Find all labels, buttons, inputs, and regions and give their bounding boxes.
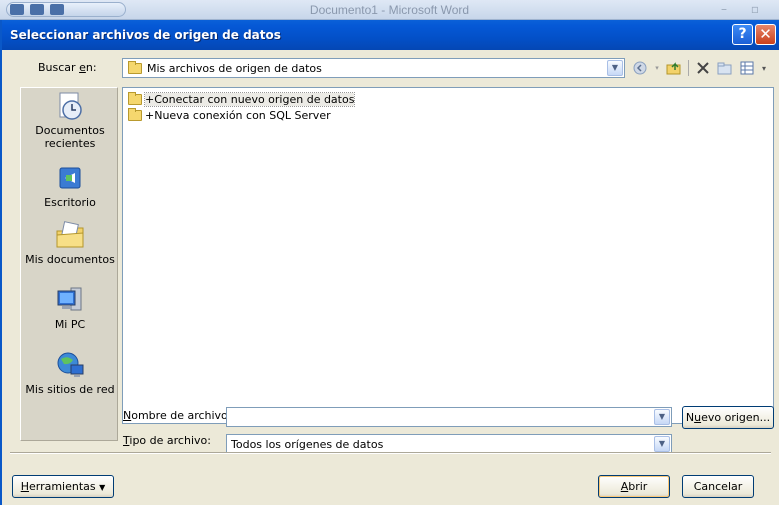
file-list[interactable]: +Conectar con nuevo origen de datos +Nue… bbox=[122, 87, 774, 424]
chevron-down-icon[interactable]: ▼ bbox=[607, 60, 623, 76]
look-in-label-accel: e bbox=[79, 61, 86, 74]
place-label: Mi PC bbox=[54, 318, 86, 331]
open-data-source-dialog: Seleccionar archivos de origen de datos … bbox=[0, 20, 779, 505]
look-in-label-prefix: Buscar bbox=[38, 61, 80, 74]
dropdown-arrow-icon[interactable]: ▾ bbox=[654, 60, 660, 76]
desktop-icon bbox=[53, 162, 87, 194]
open-rest: brir bbox=[628, 480, 648, 493]
filetype-value: Todos los orígenes de datos bbox=[231, 438, 384, 451]
file-name: +Conectar con nuevo origen de datos bbox=[143, 91, 356, 107]
filename-label-accel: N bbox=[123, 409, 132, 422]
tools-button[interactable]: Herramientas ▼ bbox=[12, 475, 114, 498]
tools-rest: erramientas bbox=[28, 480, 96, 493]
filename-label: Nombre de archivo: bbox=[123, 409, 232, 422]
folder-icon bbox=[128, 61, 142, 74]
new-folder-icon[interactable] bbox=[717, 60, 733, 76]
filetype-label: Tipo de archivo: bbox=[123, 434, 211, 447]
place-network[interactable]: Mis sitios de red bbox=[21, 349, 119, 396]
folder-icon bbox=[128, 91, 142, 105]
dialog-titlebar: Seleccionar archivos de origen de datos … bbox=[2, 20, 779, 50]
help-button[interactable]: ? bbox=[732, 24, 753, 45]
look-in-value: Mis archivos de origen de datos bbox=[147, 62, 322, 75]
place-my-documents[interactable]: Mis documentos bbox=[21, 219, 119, 266]
dialog-toolbar: ▾ ▾ bbox=[632, 58, 767, 78]
place-label: Documentos recientes bbox=[35, 124, 105, 150]
filetype-label-rest: ipo de archivo: bbox=[129, 434, 211, 447]
new-source-rest: evo origen... bbox=[701, 411, 771, 424]
background-word-window: Documento1 - Microsoft Word – ▫ bbox=[0, 0, 779, 20]
folder-icon bbox=[128, 107, 142, 121]
background-window-controls: – ▫ bbox=[721, 2, 769, 16]
look-in-combo[interactable]: Mis archivos de origen de datos ▼ bbox=[122, 58, 625, 78]
delete-icon[interactable] bbox=[695, 60, 711, 76]
my-computer-icon bbox=[53, 284, 87, 316]
recent-documents-icon bbox=[53, 90, 87, 122]
filename-input[interactable]: ▼ bbox=[226, 407, 672, 427]
network-places-icon bbox=[53, 349, 87, 381]
filename-dropdown[interactable]: ▼ bbox=[653, 408, 671, 426]
places-bar: Documentos recientes Escritorio Mis docu… bbox=[20, 87, 118, 441]
open-button[interactable]: Abrir bbox=[598, 475, 670, 498]
list-item[interactable]: +Nueva conexión con SQL Server bbox=[128, 107, 331, 123]
place-label: Escritorio bbox=[44, 196, 96, 209]
back-icon[interactable] bbox=[632, 60, 648, 76]
chevron-down-icon: ▼ bbox=[99, 483, 106, 492]
close-button[interactable]: ✕ bbox=[755, 24, 776, 45]
cancel-button[interactable]: Cancelar bbox=[682, 475, 754, 498]
dialog-title: Seleccionar archivos de origen de datos bbox=[10, 28, 281, 42]
up-folder-icon[interactable] bbox=[666, 60, 682, 76]
views-dropdown-icon[interactable]: ▾ bbox=[761, 60, 767, 76]
place-label: Mis documentos bbox=[25, 253, 115, 266]
look-in-label-suffix: n: bbox=[85, 61, 97, 74]
views-icon[interactable] bbox=[739, 60, 755, 76]
new-source-pre: N bbox=[685, 411, 695, 424]
file-name: +Nueva conexión con SQL Server bbox=[145, 108, 331, 122]
divider bbox=[10, 452, 771, 454]
chevron-down-icon[interactable]: ▼ bbox=[654, 409, 670, 425]
place-my-computer[interactable]: Mi PC bbox=[21, 284, 119, 331]
new-source-button[interactable]: Nuevo origen... bbox=[682, 406, 774, 429]
filetype-combo[interactable]: Todos los orígenes de datos ▼ bbox=[226, 434, 672, 454]
look-in-label: Buscar en: bbox=[38, 61, 97, 74]
place-label: Mis sitios de red bbox=[25, 383, 115, 396]
list-item[interactable]: +Conectar con nuevo origen de datos bbox=[128, 91, 356, 107]
my-documents-icon bbox=[53, 219, 87, 251]
place-recent-documents[interactable]: Documentos recientes bbox=[21, 90, 119, 150]
filename-label-rest: ombre de archivo: bbox=[131, 409, 232, 422]
place-desktop[interactable]: Escritorio bbox=[21, 162, 119, 209]
tools-accel: H bbox=[20, 480, 29, 493]
chevron-down-icon[interactable]: ▼ bbox=[654, 436, 670, 452]
background-window-title: Documento1 - Microsoft Word bbox=[309, 3, 470, 17]
toolbar-separator bbox=[688, 60, 689, 76]
